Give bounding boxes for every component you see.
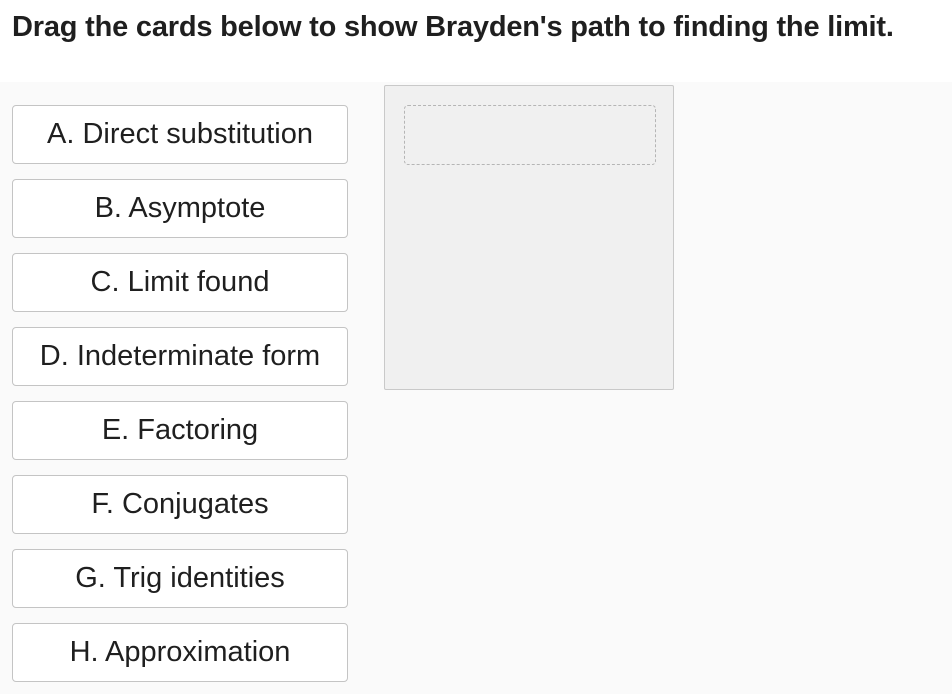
draggable-card-h[interactable]: H. Approximation — [12, 623, 348, 682]
drop-slot[interactable] — [404, 105, 656, 165]
draggable-card-g[interactable]: G. Trig identities — [12, 549, 348, 608]
drop-zone-panel[interactable] — [384, 85, 674, 390]
draggable-card-a[interactable]: A. Direct substitution — [12, 105, 348, 164]
draggable-card-f[interactable]: F. Conjugates — [12, 475, 348, 534]
draggable-card-c[interactable]: C. Limit found — [12, 253, 348, 312]
draggable-card-e[interactable]: E. Factoring — [12, 401, 348, 460]
drag-and-drop-question: Drag the cards below to show Brayden's p… — [0, 0, 952, 694]
question-instruction: Drag the cards below to show Brayden's p… — [12, 11, 894, 43]
draggable-card-b[interactable]: B. Asymptote — [12, 179, 348, 238]
draggable-card-d[interactable]: D. Indeterminate form — [12, 327, 348, 386]
card-bank: A. Direct substitution B. Asymptote C. L… — [12, 105, 348, 694]
